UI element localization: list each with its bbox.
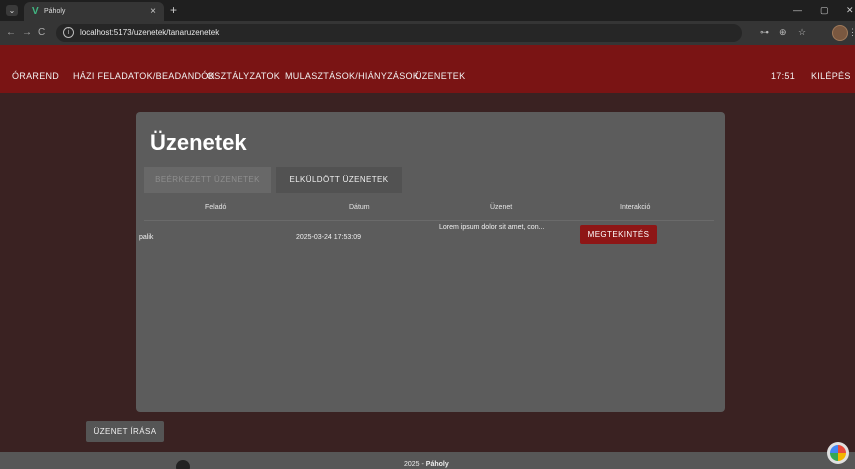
row-date: 2025-03-24 17:53:09 [296,234,361,241]
browser-menu-icon[interactable]: ⋮ [848,26,855,38]
column-header-interaction: Interakció [620,204,651,211]
url-text: localhost:5173/uzenetek/tanaruzenetek [80,28,220,37]
nav-item-homework[interactable]: HÁZI FELADATOK/BEADANDÓK [73,71,215,82]
back-icon[interactable]: ← [6,26,16,39]
page-title: Üzenetek [150,130,247,155]
reload-icon[interactable]: C [38,26,45,39]
column-header-message: Üzenet [490,204,513,211]
bookmark-star-icon[interactable]: ☆ [798,26,806,38]
zoom-icon[interactable]: ⊕ [779,26,787,38]
vue-favicon-icon: V [32,6,39,17]
logout-button[interactable]: KILÉPÉS [811,71,851,82]
forward-icon[interactable]: → [22,26,32,39]
tab-inbox[interactable]: BEÉRKEZETT ÜZENETEK [144,167,271,193]
column-header-date: Dátum [349,204,370,211]
site-info-icon[interactable]: i [63,27,74,38]
column-header-sender: Feladó [205,204,227,211]
page-footer: 2025 - Páholy [0,452,855,469]
app-navbar: ÓRAREND HÁZI FELADATOK/BEADANDÓK OSZTÁLY… [0,45,855,93]
table-divider [144,220,714,221]
new-tab-icon[interactable]: + [170,3,177,17]
footer-brand: Páholy [425,461,449,468]
footer-logo-icon [176,460,190,469]
browser-tab-bar: ⌄ V Páholy × + — ▢ ✕ [0,0,855,21]
maximize-icon[interactable]: ▢ [820,4,829,16]
minimize-icon[interactable]: — [793,4,802,16]
close-window-icon[interactable]: ✕ [846,4,854,16]
nav-item-absences[interactable]: MULASZTÁSOK/HIÁNYZÁSOK [285,71,419,82]
nav-item-timetable[interactable]: ÓRAREND [12,71,59,82]
password-key-icon[interactable]: ⊶ [760,26,769,38]
address-bar[interactable]: i localhost:5173/uzenetek/tanaruzenetek [56,24,742,42]
nav-item-messages[interactable]: ÜZENETEK [415,71,465,82]
footer-text: 2025 - Páholy [404,460,449,469]
tab-sent[interactable]: ELKÜLDÖTT ÜZENETEK [276,167,402,193]
profile-avatar[interactable] [832,25,848,41]
clock-time: 17:51 [771,71,796,81]
footer-year: 2025 - [404,461,426,468]
row-sender: palik [139,234,154,241]
write-message-button[interactable]: ÜZENET ÍRÁSA [86,421,164,442]
nav-item-grades[interactable]: OSZTÁLYZATOK [207,71,280,82]
tab-title: Páholy [44,8,66,15]
view-message-button[interactable]: MEGTEKINTÉS [580,225,657,244]
tab-close-icon[interactable]: × [150,6,156,17]
browser-tab[interactable]: V Páholy × [24,2,164,21]
browser-toolbar: ← → C i localhost:5173/uzenetek/tanaruze… [0,21,855,45]
messages-card: Üzenetek BEÉRKEZETT ÜZENETEK ELKÜLDÖTT Ü… [136,112,725,412]
assistant-icon[interactable] [827,442,849,464]
tab-search-icon[interactable]: ⌄ [6,5,18,16]
row-message: Lorem ipsum dolor sit amet, con... [439,224,545,231]
assistant-ring-icon [830,445,846,461]
